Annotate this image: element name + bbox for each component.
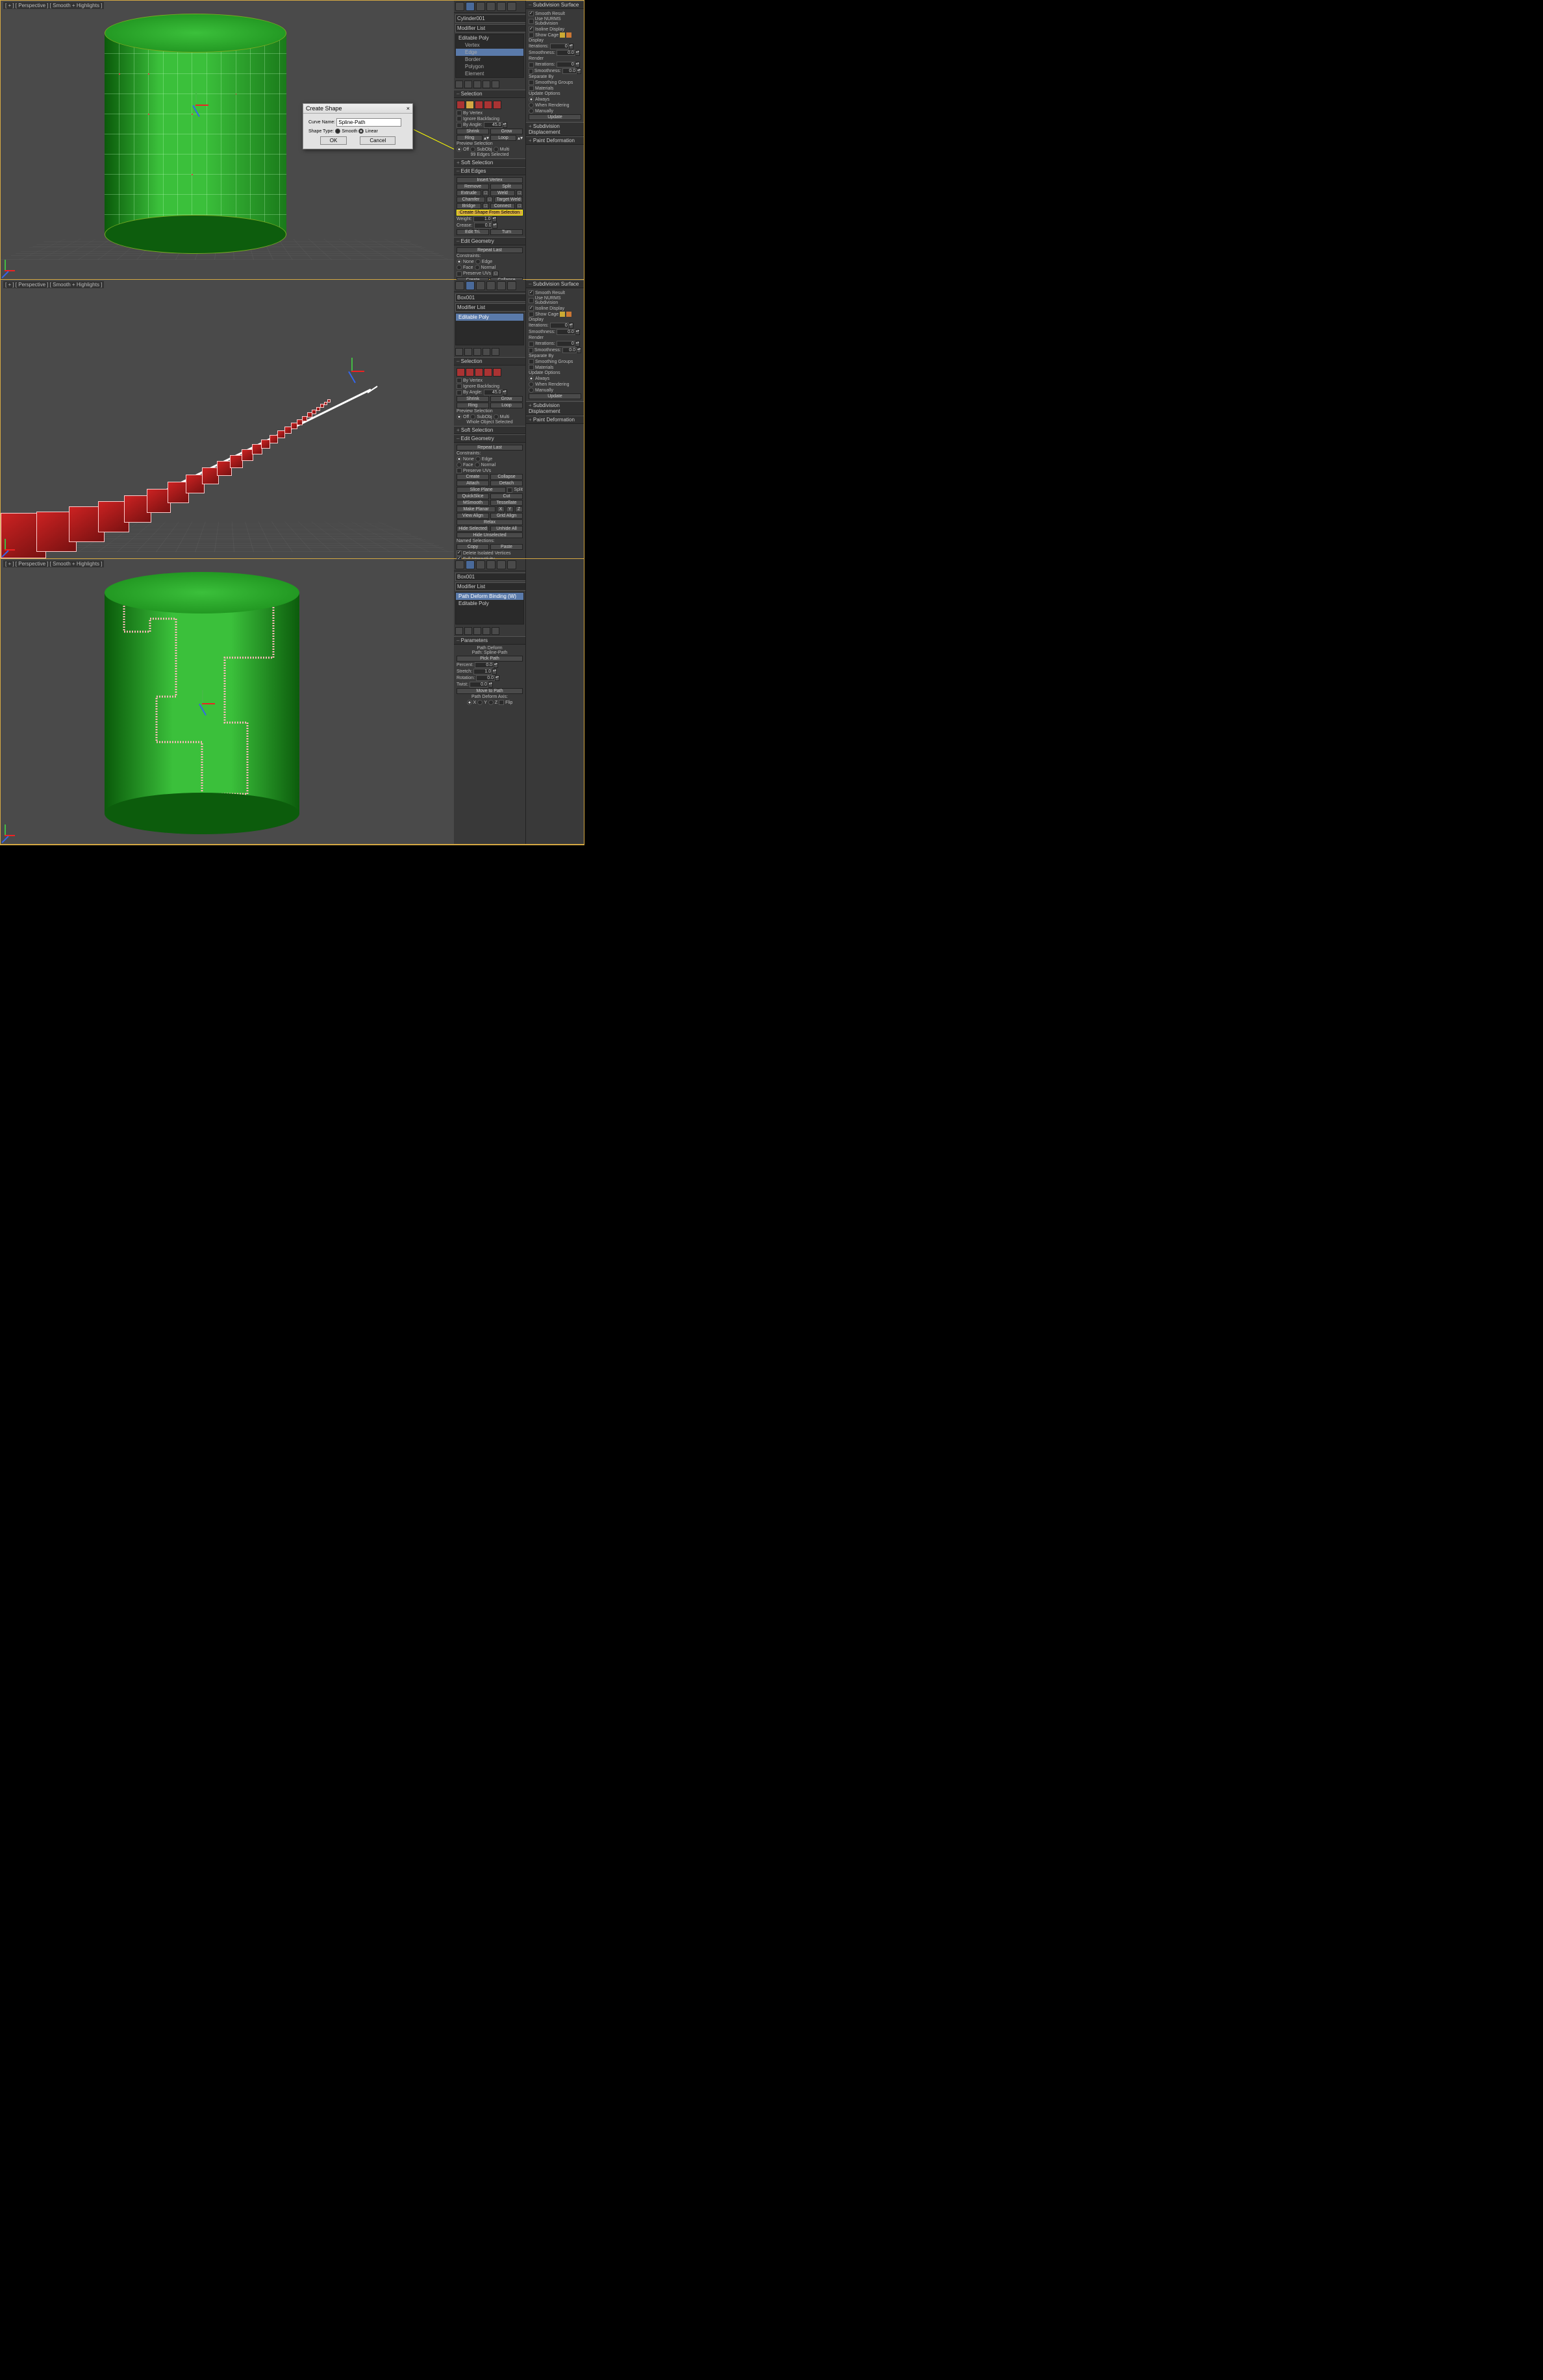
- modify-tab-icon[interactable]: [466, 281, 475, 290]
- shape-smooth-radio[interactable]: [335, 129, 340, 134]
- move-gizmo[interactable]: [182, 92, 208, 118]
- bridge-button[interactable]: Bridge: [457, 203, 481, 209]
- selection-info: 99 Edges Selected: [457, 153, 523, 157]
- axis-z-radio[interactable]: [488, 700, 494, 705]
- axis-indicator: [5, 539, 20, 554]
- update-button[interactable]: Update: [529, 114, 581, 120]
- edit-tri-button[interactable]: Edit Tri.: [457, 229, 489, 235]
- modify-tab-icon[interactable]: [466, 560, 475, 569]
- callout-line: [414, 129, 454, 162]
- object-name-field[interactable]: [455, 573, 531, 581]
- modify-tab-icon[interactable]: [466, 2, 475, 11]
- use-nurms-check[interactable]: [529, 19, 534, 24]
- stack-path-deform[interactable]: Path Deform Binding (W): [456, 593, 523, 600]
- dialog-title: Create Shape: [306, 105, 342, 112]
- remove-modifier-icon[interactable]: [492, 81, 499, 88]
- pick-path-button[interactable]: Pick Path: [457, 656, 523, 662]
- shrink-button[interactable]: Shrink: [457, 129, 489, 134]
- cylinder-with-path[interactable]: [105, 572, 306, 832]
- preserve-uv-check[interactable]: [457, 271, 462, 277]
- modifier-list-dropdown[interactable]: [455, 24, 531, 32]
- edit-edges-rollout[interactable]: Edit Edges: [454, 167, 525, 175]
- flip-check[interactable]: [499, 700, 504, 705]
- curve-name-input[interactable]: [336, 118, 401, 127]
- connect-button[interactable]: Connect: [490, 203, 515, 209]
- grow-button[interactable]: Grow: [490, 129, 523, 134]
- shape-linear-radio[interactable]: [358, 129, 364, 134]
- vertex-mode-icon[interactable]: [457, 101, 465, 109]
- subdiv-disp-rollout[interactable]: Subdivision Displacement: [526, 122, 584, 136]
- stack-edge-level[interactable]: Edge: [456, 49, 523, 56]
- chamfer-button[interactable]: Chamfer: [457, 197, 485, 203]
- utilities-tab-icon[interactable]: [507, 2, 516, 11]
- ignore-backfacing-check[interactable]: [457, 116, 462, 121]
- create-shape-button[interactable]: Create Shape From Selection: [457, 210, 523, 216]
- axis-indicator: [5, 260, 20, 275]
- polygon-mode-icon[interactable]: [484, 101, 492, 109]
- pin-stack-icon[interactable]: [455, 81, 463, 88]
- selection-rollout[interactable]: Selection: [454, 90, 525, 98]
- twist-input[interactable]: [470, 682, 488, 688]
- border-mode-icon[interactable]: [475, 101, 483, 109]
- display-tab-icon[interactable]: [497, 2, 506, 11]
- ring-button[interactable]: Ring: [457, 135, 483, 141]
- axis-y-radio[interactable]: [477, 700, 483, 705]
- stretch-input[interactable]: [473, 669, 492, 675]
- turn-button[interactable]: Turn: [490, 229, 523, 235]
- cmd-tabs[interactable]: [454, 1, 525, 13]
- insert-vertex-button[interactable]: Insert Vertex: [457, 177, 523, 183]
- motion-tab-icon[interactable]: [486, 2, 496, 11]
- remove-button[interactable]: Remove: [457, 184, 489, 190]
- create-shape-dialog[interactable]: Create Shape × Curve Name: Shape Type: S…: [303, 103, 413, 149]
- box-array[interactable]: /*boxes drawn below via static divs*/: [1, 299, 390, 558]
- parameters-rollout[interactable]: Parameters: [454, 636, 525, 645]
- repeat-last-button[interactable]: Repeat Last: [457, 247, 523, 253]
- move-gizmo[interactable]: [338, 358, 364, 384]
- split-button[interactable]: Split: [490, 184, 523, 190]
- close-icon[interactable]: ×: [407, 105, 410, 112]
- soft-selection-rollout[interactable]: Soft Selection: [454, 158, 525, 167]
- by-vertex-check[interactable]: [457, 110, 462, 116]
- move-gizmo[interactable]: [189, 690, 215, 716]
- edit-geometry-rollout[interactable]: Edit Geometry: [454, 237, 525, 245]
- move-to-path-button[interactable]: Move to Path: [457, 688, 523, 694]
- modifier-stack[interactable]: Editable Poly Vertex Edge Border Polygon…: [455, 34, 524, 78]
- by-angle-check[interactable]: [457, 123, 462, 128]
- viewport-label: [ + ] [ Perspective ] [ Smooth + Highlig…: [3, 281, 104, 288]
- path-label: Path: Spline-Path: [457, 651, 523, 655]
- create-tab-icon[interactable]: [455, 2, 464, 11]
- cancel-button[interactable]: Cancel: [360, 136, 395, 145]
- axis-indicator: [5, 824, 20, 840]
- object-name-field[interactable]: [455, 293, 531, 302]
- rotation-input[interactable]: [476, 675, 495, 681]
- hierarchy-tab-icon[interactable]: [476, 2, 485, 11]
- element-mode-icon[interactable]: [493, 101, 501, 109]
- percent-input[interactable]: [475, 662, 494, 668]
- weld-button[interactable]: Weld: [490, 190, 515, 196]
- cylinder-mesh[interactable]: [105, 14, 306, 254]
- viewport-label: [ + ] [ Perspective ] [ Smooth + Highlig…: [3, 560, 104, 567]
- subdiv-surface-rollout[interactable]: Subdivision Surface: [526, 1, 584, 9]
- extrude-button[interactable]: Extrude: [457, 190, 481, 196]
- ok-button[interactable]: OK: [320, 136, 347, 145]
- edge-mode-icon[interactable]: [466, 101, 474, 109]
- stack-editable-poly[interactable]: Editable Poly: [456, 34, 523, 42]
- subobject-icons: [457, 101, 523, 109]
- loop-button[interactable]: Loop: [490, 135, 516, 141]
- viewport-label: [ + ] [ Perspective ] [ Smooth + Highlig…: [3, 2, 104, 9]
- target-weld-button[interactable]: Target Weld: [494, 197, 523, 203]
- object-name-field[interactable]: [455, 14, 531, 23]
- paint-deform-rollout[interactable]: Paint Deformation: [526, 136, 584, 145]
- axis-x-radio[interactable]: [467, 700, 472, 705]
